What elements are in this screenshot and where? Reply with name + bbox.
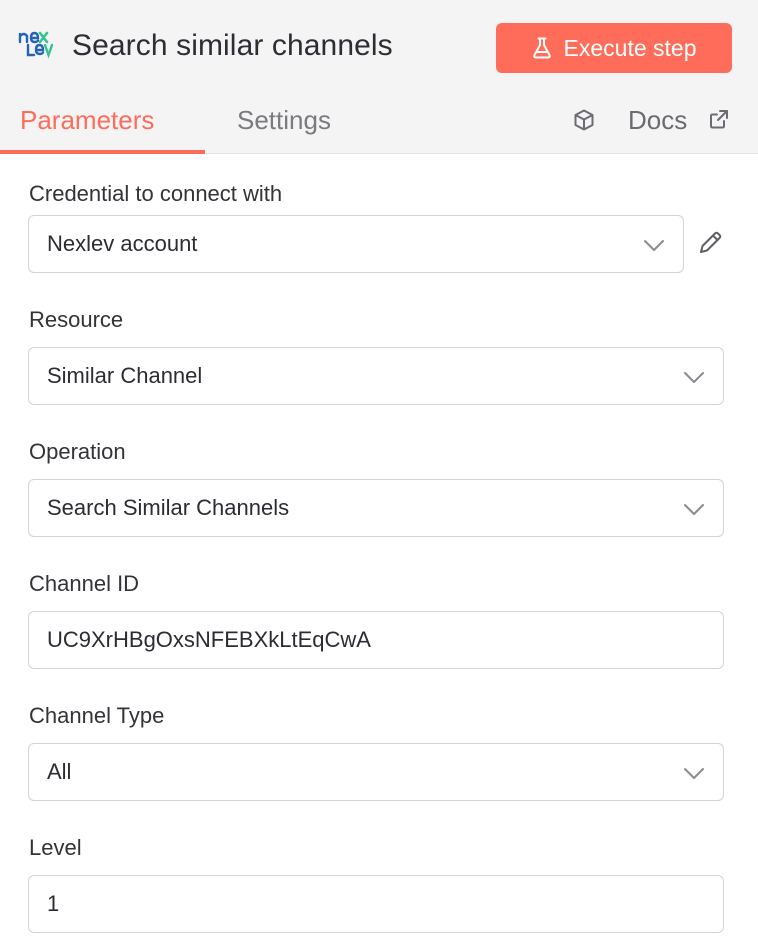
cube-icon[interactable] bbox=[572, 108, 596, 132]
chevron-down-icon bbox=[684, 768, 704, 779]
channel-type-select[interactable]: All bbox=[28, 743, 724, 801]
resource-select[interactable]: Similar Channel bbox=[28, 347, 724, 405]
channel-id-value: UC9XrHBgOxsNFEBXkLtEqCwA bbox=[47, 627, 371, 652]
credential-label: Credential to connect with bbox=[29, 181, 283, 206]
execute-step-button[interactable]: Execute step bbox=[496, 23, 732, 73]
level-input[interactable]: 1 bbox=[28, 875, 724, 933]
execute-step-label: Execute step bbox=[563, 34, 697, 61]
node-header: Search similar channels Execute step Par… bbox=[0, 0, 758, 154]
credential-select[interactable]: Nexlev account bbox=[28, 215, 684, 273]
resource-value: Similar Channel bbox=[47, 363, 203, 388]
chevron-down-icon bbox=[684, 372, 704, 383]
channel-type-value: All bbox=[47, 759, 72, 784]
channel-type-label: Channel Type bbox=[29, 703, 165, 728]
level-value: 1 bbox=[47, 891, 60, 916]
node-title: Search similar channels bbox=[72, 29, 393, 62]
tab-settings[interactable]: Settings bbox=[237, 102, 331, 138]
operation-label: Operation bbox=[29, 439, 126, 464]
external-link-icon[interactable] bbox=[708, 108, 730, 130]
chevron-down-icon bbox=[644, 240, 664, 251]
operation-select[interactable]: Search Similar Channels bbox=[28, 479, 724, 537]
credential-value: Nexlev account bbox=[47, 231, 198, 256]
docs-link[interactable]: Docs bbox=[628, 102, 687, 138]
channel-id-input[interactable]: UC9XrHBgOxsNFEBXkLtEqCwA bbox=[28, 611, 724, 669]
flask-icon bbox=[532, 37, 551, 59]
resource-label: Resource bbox=[29, 307, 124, 332]
operation-value: Search Similar Channels bbox=[47, 495, 290, 520]
active-tab-indicator bbox=[0, 150, 205, 154]
edit-credential-pencil-icon[interactable] bbox=[697, 230, 723, 256]
tab-parameters[interactable]: Parameters bbox=[20, 102, 154, 138]
chevron-down-icon bbox=[684, 504, 704, 515]
channel-id-label: Channel ID bbox=[29, 571, 140, 596]
level-label: Level bbox=[29, 835, 82, 860]
nexlev-logo-icon bbox=[18, 31, 54, 59]
